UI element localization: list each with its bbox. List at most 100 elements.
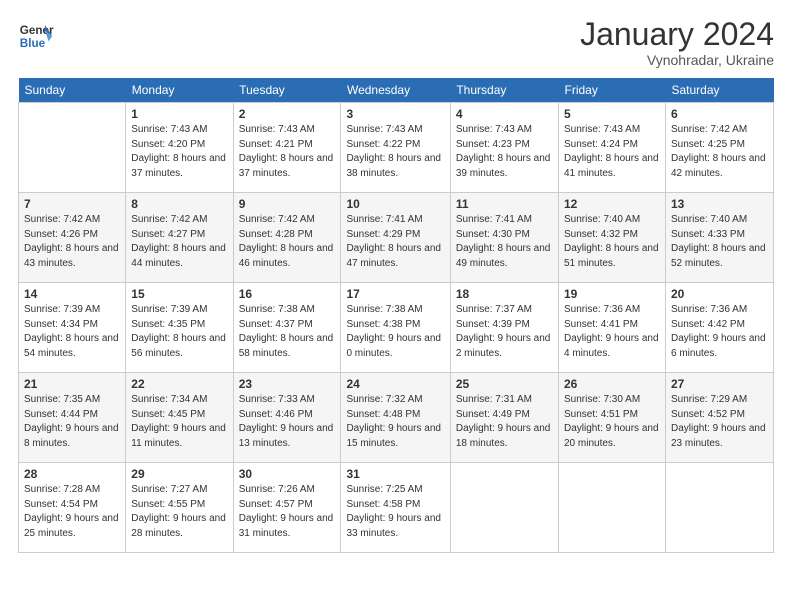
daylight-text: Daylight: 8 hours and 54 minutes. [24, 333, 119, 359]
day-number: 18 [456, 287, 553, 301]
sunset-text: Sunset: 4:54 PM [24, 499, 98, 510]
sunrise-text: Sunrise: 7:36 AM [564, 304, 640, 315]
svg-text:Blue: Blue [20, 37, 46, 50]
sunset-text: Sunset: 4:57 PM [239, 499, 313, 510]
sunset-text: Sunset: 4:26 PM [24, 229, 98, 240]
sunset-text: Sunset: 4:46 PM [239, 409, 313, 420]
day-cell: 15 Sunrise: 7:39 AM Sunset: 4:35 PM Dayl… [126, 283, 233, 373]
daylight-text: Daylight: 8 hours and 37 minutes. [239, 153, 334, 179]
sunrise-text: Sunrise: 7:38 AM [239, 304, 315, 315]
day-cell: 18 Sunrise: 7:37 AM Sunset: 4:39 PM Dayl… [450, 283, 558, 373]
daylight-text: Daylight: 9 hours and 8 minutes. [24, 423, 119, 449]
day-number: 25 [456, 377, 553, 391]
day-number: 16 [239, 287, 336, 301]
daylight-text: Daylight: 9 hours and 33 minutes. [346, 513, 441, 539]
daylight-text: Daylight: 9 hours and 2 minutes. [456, 333, 551, 359]
page: General Blue January 2024 Vynohradar, Uk… [0, 0, 792, 612]
day-info: Sunrise: 7:43 AM Sunset: 4:20 PM Dayligh… [131, 123, 227, 181]
day-number: 8 [131, 197, 227, 211]
day-number: 6 [671, 107, 768, 121]
day-cell: 8 Sunrise: 7:42 AM Sunset: 4:27 PM Dayli… [126, 193, 233, 283]
sunset-text: Sunset: 4:51 PM [564, 409, 638, 420]
day-info: Sunrise: 7:29 AM Sunset: 4:52 PM Dayligh… [671, 393, 768, 451]
day-cell: 1 Sunrise: 7:43 AM Sunset: 4:20 PM Dayli… [126, 103, 233, 193]
day-number: 21 [24, 377, 120, 391]
day-cell [666, 463, 774, 553]
day-info: Sunrise: 7:34 AM Sunset: 4:45 PM Dayligh… [131, 393, 227, 451]
col-friday: Friday [559, 78, 666, 103]
day-number: 29 [131, 467, 227, 481]
sunrise-text: Sunrise: 7:32 AM [346, 394, 422, 405]
day-cell [559, 463, 666, 553]
sunrise-text: Sunrise: 7:41 AM [456, 214, 532, 225]
day-number: 10 [346, 197, 444, 211]
daylight-text: Daylight: 9 hours and 31 minutes. [239, 513, 334, 539]
daylight-text: Daylight: 8 hours and 47 minutes. [346, 243, 441, 269]
day-info: Sunrise: 7:41 AM Sunset: 4:30 PM Dayligh… [456, 213, 553, 271]
day-number: 7 [24, 197, 120, 211]
sunrise-text: Sunrise: 7:43 AM [131, 124, 207, 135]
sunset-text: Sunset: 4:45 PM [131, 409, 205, 420]
sunrise-text: Sunrise: 7:40 AM [564, 214, 640, 225]
col-monday: Monday [126, 78, 233, 103]
daylight-text: Daylight: 9 hours and 11 minutes. [131, 423, 226, 449]
col-saturday: Saturday [666, 78, 774, 103]
day-number: 20 [671, 287, 768, 301]
day-number: 15 [131, 287, 227, 301]
sunset-text: Sunset: 4:30 PM [456, 229, 530, 240]
header-row: Sunday Monday Tuesday Wednesday Thursday… [19, 78, 774, 103]
day-info: Sunrise: 7:38 AM Sunset: 4:37 PM Dayligh… [239, 303, 336, 361]
daylight-text: Daylight: 9 hours and 25 minutes. [24, 513, 119, 539]
day-info: Sunrise: 7:40 AM Sunset: 4:32 PM Dayligh… [564, 213, 660, 271]
day-number: 23 [239, 377, 336, 391]
day-info: Sunrise: 7:36 AM Sunset: 4:41 PM Dayligh… [564, 303, 660, 361]
col-sunday: Sunday [19, 78, 126, 103]
day-info: Sunrise: 7:37 AM Sunset: 4:39 PM Dayligh… [456, 303, 553, 361]
day-cell [19, 103, 126, 193]
day-cell: 4 Sunrise: 7:43 AM Sunset: 4:23 PM Dayli… [450, 103, 558, 193]
sunrise-text: Sunrise: 7:33 AM [239, 394, 315, 405]
day-info: Sunrise: 7:28 AM Sunset: 4:54 PM Dayligh… [24, 483, 120, 541]
calendar-table: Sunday Monday Tuesday Wednesday Thursday… [18, 78, 774, 553]
daylight-text: Daylight: 8 hours and 51 minutes. [564, 243, 659, 269]
sunset-text: Sunset: 4:39 PM [456, 319, 530, 330]
day-number: 13 [671, 197, 768, 211]
title-area: January 2024 Vynohradar, Ukraine [580, 18, 774, 68]
daylight-text: Daylight: 8 hours and 49 minutes. [456, 243, 551, 269]
day-info: Sunrise: 7:36 AM Sunset: 4:42 PM Dayligh… [671, 303, 768, 361]
day-cell: 11 Sunrise: 7:41 AM Sunset: 4:30 PM Dayl… [450, 193, 558, 283]
day-cell: 3 Sunrise: 7:43 AM Sunset: 4:22 PM Dayli… [341, 103, 450, 193]
sunrise-text: Sunrise: 7:43 AM [564, 124, 640, 135]
sunset-text: Sunset: 4:58 PM [346, 499, 420, 510]
day-cell: 29 Sunrise: 7:27 AM Sunset: 4:55 PM Dayl… [126, 463, 233, 553]
sunset-text: Sunset: 4:34 PM [24, 319, 98, 330]
day-cell: 12 Sunrise: 7:40 AM Sunset: 4:32 PM Dayl… [559, 193, 666, 283]
daylight-text: Daylight: 8 hours and 46 minutes. [239, 243, 334, 269]
daylight-text: Daylight: 8 hours and 58 minutes. [239, 333, 334, 359]
day-info: Sunrise: 7:26 AM Sunset: 4:57 PM Dayligh… [239, 483, 336, 541]
daylight-text: Daylight: 8 hours and 38 minutes. [346, 153, 441, 179]
logo-icon: General Blue [18, 18, 54, 54]
daylight-text: Daylight: 8 hours and 43 minutes. [24, 243, 119, 269]
sunrise-text: Sunrise: 7:42 AM [131, 214, 207, 225]
daylight-text: Daylight: 9 hours and 6 minutes. [671, 333, 766, 359]
sunrise-text: Sunrise: 7:43 AM [456, 124, 532, 135]
day-cell: 28 Sunrise: 7:28 AM Sunset: 4:54 PM Dayl… [19, 463, 126, 553]
week-row-2: 7 Sunrise: 7:42 AM Sunset: 4:26 PM Dayli… [19, 193, 774, 283]
sunset-text: Sunset: 4:25 PM [671, 139, 745, 150]
sunset-text: Sunset: 4:52 PM [671, 409, 745, 420]
sunrise-text: Sunrise: 7:30 AM [564, 394, 640, 405]
day-info: Sunrise: 7:42 AM Sunset: 4:25 PM Dayligh… [671, 123, 768, 181]
sunset-text: Sunset: 4:21 PM [239, 139, 313, 150]
daylight-text: Daylight: 9 hours and 15 minutes. [346, 423, 441, 449]
day-number: 12 [564, 197, 660, 211]
sunset-text: Sunset: 4:28 PM [239, 229, 313, 240]
sunset-text: Sunset: 4:24 PM [564, 139, 638, 150]
logo: General Blue [18, 18, 54, 54]
sunrise-text: Sunrise: 7:42 AM [239, 214, 315, 225]
day-number: 27 [671, 377, 768, 391]
sunset-text: Sunset: 4:55 PM [131, 499, 205, 510]
daylight-text: Daylight: 9 hours and 18 minutes. [456, 423, 551, 449]
daylight-text: Daylight: 9 hours and 4 minutes. [564, 333, 659, 359]
sunrise-text: Sunrise: 7:43 AM [239, 124, 315, 135]
